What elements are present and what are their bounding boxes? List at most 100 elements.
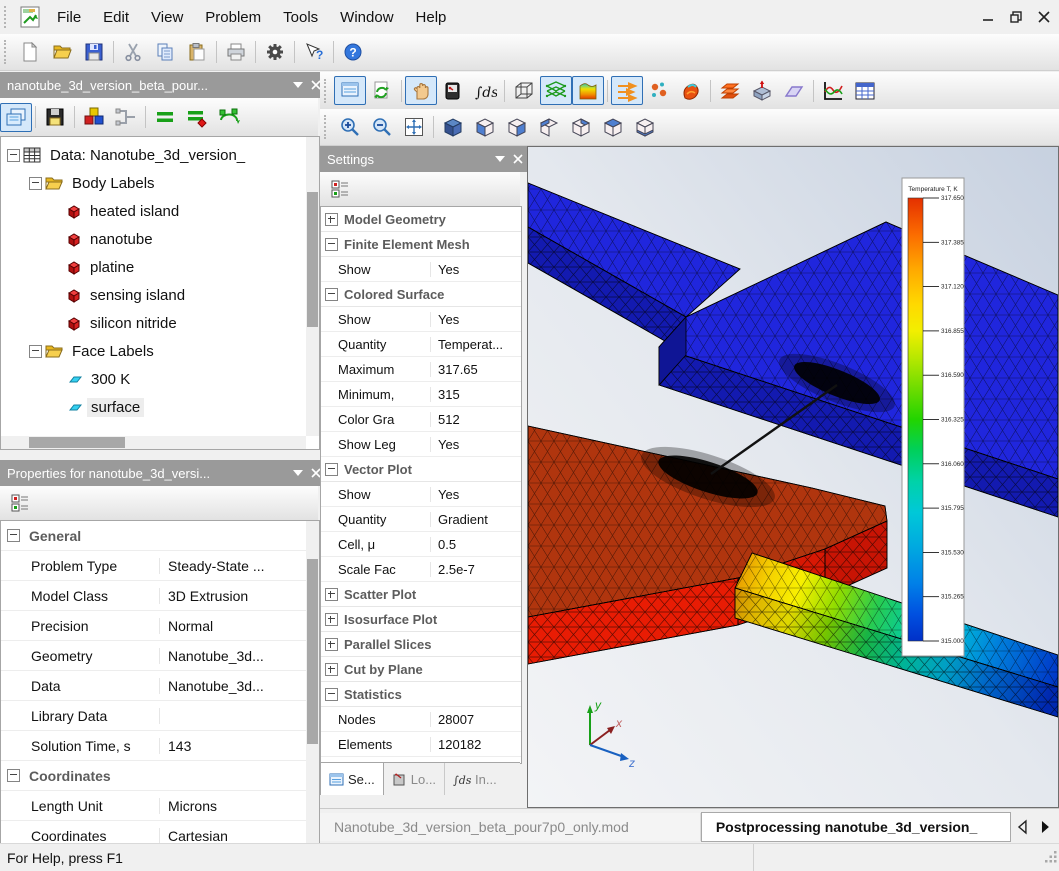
tree-item-body-labels[interactable]: Body Labels xyxy=(1,169,306,197)
viewport-3d[interactable]: Temperature T, K 317.650 317.385 317.120… xyxy=(527,146,1059,808)
collapse-icon[interactable] xyxy=(7,149,20,162)
collapse-icon[interactable] xyxy=(325,463,338,476)
tree-item-sensing-island[interactable]: sensing island xyxy=(1,281,306,309)
properties-section-coordinates[interactable]: Coordinates xyxy=(1,761,306,791)
collapse-icon[interactable] xyxy=(7,529,20,542)
rotate-bodies-button[interactable] xyxy=(213,103,245,132)
save-model-button[interactable] xyxy=(39,103,71,132)
collapse-icon[interactable] xyxy=(325,238,338,251)
collapse-icon[interactable] xyxy=(325,688,338,701)
refresh-results-button[interactable] xyxy=(366,76,398,105)
table-view-button[interactable] xyxy=(849,76,881,105)
colored-surface-button[interactable] xyxy=(572,76,604,105)
isosurface-plot-button[interactable] xyxy=(675,76,707,105)
view-iso-button[interactable] xyxy=(437,113,469,142)
tab-scroll-right-button[interactable] xyxy=(1037,819,1053,835)
tab-settings[interactable]: Se... xyxy=(320,762,384,795)
collapse-icon[interactable] xyxy=(29,177,42,190)
tree-item-surface[interactable]: surface xyxy=(1,393,306,421)
settings-button[interactable] xyxy=(259,38,291,67)
properties-vscrollbar[interactable] xyxy=(306,521,319,844)
settings-row[interactable]: Color Gra512 xyxy=(321,407,521,432)
property-row[interactable]: Length UnitMicrons xyxy=(1,791,306,821)
print-button[interactable] xyxy=(220,38,252,67)
settings-section-scatter-plot[interactable]: Scatter Plot xyxy=(321,582,521,607)
view-bottom-button[interactable] xyxy=(629,113,661,142)
settings-section-parallel-slices[interactable]: Parallel Slices xyxy=(321,632,521,657)
toolbar-grip[interactable] xyxy=(324,115,330,139)
view-left-button[interactable] xyxy=(533,113,565,142)
tree-item-300k[interactable]: 300 K xyxy=(1,365,306,393)
bodies-button[interactable] xyxy=(78,103,110,132)
help-button[interactable]: ? xyxy=(337,38,369,67)
equals-button[interactable] xyxy=(149,103,181,132)
property-row[interactable]: Solution Time, s143 xyxy=(1,731,306,761)
expand-icon[interactable] xyxy=(325,638,338,651)
cut-button[interactable] xyxy=(117,38,149,67)
integral-button[interactable]: ∫ds xyxy=(469,76,501,105)
settings-section-finite-element-mesh[interactable]: Finite Element Mesh xyxy=(321,232,521,257)
settings-row[interactable]: ShowYes xyxy=(321,482,521,507)
pan-button[interactable] xyxy=(405,76,437,105)
paste-button[interactable] xyxy=(181,38,213,67)
copy-button[interactable] xyxy=(149,38,181,67)
view-top-button[interactable] xyxy=(597,113,629,142)
panel-menu-button[interactable] xyxy=(491,150,509,168)
panel-close-button[interactable] xyxy=(509,150,527,168)
menu-view[interactable]: View xyxy=(140,0,194,34)
tab-integral[interactable]: ∫ds In... xyxy=(445,763,505,795)
settings-section-isosurface-plot[interactable]: Isosurface Plot xyxy=(321,607,521,632)
settings-section-vector-plot[interactable]: Vector Plot xyxy=(321,457,521,482)
settings-section-statistics[interactable]: Statistics xyxy=(321,682,521,707)
collapse-icon[interactable] xyxy=(29,345,42,358)
menu-window[interactable]: Window xyxy=(329,0,404,34)
toolbar-grip[interactable] xyxy=(4,6,10,28)
settings-row[interactable]: Elements120182 xyxy=(321,732,521,757)
tree-item-heated-island[interactable]: heated island xyxy=(1,197,306,225)
settings-row[interactable]: ShowYes xyxy=(321,307,521,332)
menu-problem[interactable]: Problem xyxy=(194,0,272,34)
open-button[interactable] xyxy=(46,38,78,67)
property-row[interactable]: Model Class3D Extrusion xyxy=(1,581,306,611)
close-button[interactable] xyxy=(1037,10,1051,24)
zoom-out-button[interactable] xyxy=(366,113,398,142)
resize-grip[interactable] xyxy=(1044,850,1058,864)
expand-icon[interactable] xyxy=(325,213,338,226)
mesh-view-button[interactable] xyxy=(540,76,572,105)
field-picture-button[interactable] xyxy=(334,76,366,105)
context-help-button[interactable]: ? xyxy=(298,38,330,67)
tree-item-nanotube[interactable]: nanotube xyxy=(1,225,306,253)
categorize-button[interactable] xyxy=(4,489,36,518)
panel-menu-button[interactable] xyxy=(289,464,307,482)
view-back-button[interactable] xyxy=(501,113,533,142)
parallel-slices-button[interactable] xyxy=(714,76,746,105)
settings-row[interactable]: Cell, μ0.5 xyxy=(321,532,521,557)
menu-tools[interactable]: Tools xyxy=(272,0,329,34)
settings-row[interactable]: Minimum,315 xyxy=(321,382,521,407)
collapse-icon[interactable] xyxy=(325,288,338,301)
equals-diamond-button[interactable] xyxy=(181,103,213,132)
collapse-icon[interactable] xyxy=(7,769,20,782)
tree-item-face-labels[interactable]: Face Labels xyxy=(1,337,306,365)
settings-row[interactable]: QuantityGradient xyxy=(321,507,521,532)
tree-item-platine[interactable]: platine xyxy=(1,253,306,281)
menu-edit[interactable]: Edit xyxy=(92,0,140,34)
settings-section-model-geometry[interactable]: Model Geometry xyxy=(321,207,521,232)
property-row[interactable]: PrecisionNormal xyxy=(1,611,306,641)
minimize-button[interactable] xyxy=(981,10,995,24)
settings-row[interactable]: Maximum317.65 xyxy=(321,357,521,382)
restore-button[interactable] xyxy=(1009,10,1023,24)
view-front-button[interactable] xyxy=(469,113,501,142)
tab-model-document[interactable]: Nanotube_3d_version_beta_pour7p0_only.mo… xyxy=(320,813,701,841)
expand-icon[interactable] xyxy=(325,588,338,601)
new-file-button[interactable] xyxy=(14,38,46,67)
menu-help[interactable]: Help xyxy=(405,0,458,34)
zoom-in-button[interactable] xyxy=(334,113,366,142)
model-window-button[interactable] xyxy=(0,103,32,132)
property-row[interactable]: CoordinatesCartesian xyxy=(1,821,306,844)
property-row[interactable]: GeometryNanotube_3d... xyxy=(1,641,306,671)
toolbar-grip[interactable] xyxy=(324,79,330,103)
scatter-plot-button[interactable] xyxy=(643,76,675,105)
property-row[interactable]: Library Data xyxy=(1,701,306,731)
tree-item-silicon-nitride[interactable]: silicon nitride xyxy=(1,309,306,337)
